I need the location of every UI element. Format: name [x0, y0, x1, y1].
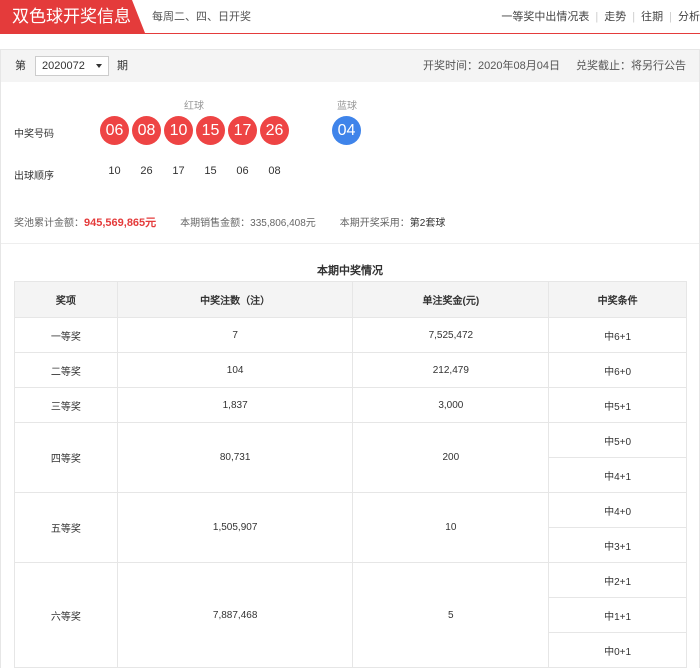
prize-amount: 5: [352, 562, 550, 668]
draw-order-number: 26: [140, 165, 153, 177]
red-ball-label: 红球: [184, 101, 204, 112]
blue-ball-label: 蓝球: [337, 101, 357, 112]
nav-separator: |: [632, 11, 636, 23]
prize-table-title: 本期中奖情况: [317, 265, 383, 277]
winning-numbers-label: 中奖号码: [14, 129, 54, 140]
prize-level: 一等奖: [14, 317, 118, 353]
winner-count: 104: [116, 352, 354, 388]
prize-level: 四等奖: [14, 422, 118, 493]
prize-condition: 中6+1: [548, 317, 687, 353]
red-ball: 26: [260, 116, 289, 145]
issue-prefix: 第: [15, 60, 26, 72]
prize-level: 二等奖: [14, 352, 118, 388]
prize-level: 六等奖: [14, 562, 118, 668]
prize-condition: 中1+1: [548, 597, 687, 633]
draw-order-number: 10: [108, 165, 121, 177]
issue-select[interactable]: 2020072: [35, 56, 109, 76]
prize-amount: 212,479: [352, 352, 550, 388]
blue-ball: 04: [332, 116, 361, 145]
issue-info: 开奖时间：2020年08月04日 兑奖截止：将另行公告: [423, 50, 686, 82]
nav-analysis[interactable]: 分析: [678, 11, 700, 23]
header-prize-amount: 单注奖金(元): [352, 281, 550, 318]
winner-count: 1,505,907: [116, 492, 354, 563]
table-row: 一等奖 7 7,525,472 中6+1: [14, 317, 687, 353]
prize-condition: 中0+1: [548, 632, 687, 668]
prize-condition: 中4+1: [548, 457, 687, 493]
sales-label: 本期销售金额：: [180, 218, 251, 229]
draw-order-number: 08: [268, 165, 281, 177]
nav-history[interactable]: 往期: [641, 11, 663, 23]
section-divider: [1, 243, 699, 244]
draw-date: 开奖时间：2020年08月04日: [423, 60, 560, 72]
nav-trend[interactable]: 走势: [604, 11, 626, 23]
nav-separator: |: [595, 11, 599, 23]
draw-schedule: 每周二、四、日开奖: [152, 11, 251, 23]
red-ball: 17: [228, 116, 257, 145]
pool-label: 奖池累计金额：: [14, 218, 84, 229]
winner-count: 7,887,468: [116, 562, 354, 668]
prize-level: 三等奖: [14, 387, 118, 423]
winner-count: 7: [116, 317, 354, 353]
issue-bar: 第 2020072 期 开奖时间：2020年08月04日 兑奖截止：将另行公告: [1, 50, 699, 82]
sales-amount: 335,806,408元: [250, 218, 316, 229]
prize-level: 五等奖: [14, 492, 118, 563]
draw-order-label: 出球顺序: [14, 171, 54, 182]
header-winner-count: 中奖注数（注）: [116, 281, 354, 318]
prize-amount: 200: [352, 422, 550, 493]
header-prize-level: 奖项: [14, 281, 118, 318]
prize-amount: 3,000: [352, 387, 550, 423]
prize-condition: 中2+1: [548, 562, 687, 598]
draw-order-number: 15: [204, 165, 217, 177]
ball-set-value: 第2套球: [409, 218, 446, 229]
red-ball: 08: [132, 116, 161, 145]
winner-count: 80,731: [116, 422, 354, 493]
draw-order-number: 06: [236, 165, 249, 177]
header-condition: 中奖条件: [548, 281, 687, 318]
nav-first-prize-table[interactable]: 一等奖中出情况表: [501, 11, 589, 23]
top-header: 双色球开奖信息 每周二、四、日开奖 一等奖中出情况表 | 走势 | 往期 | 分析: [0, 0, 700, 34]
nav-separator: |: [669, 11, 672, 23]
prize-condition: 中5+0: [548, 422, 687, 458]
table-row: 四等奖 80,731 200 中5+0: [14, 422, 687, 493]
table-row: 五等奖 1,505,907 10 中4+0: [14, 492, 687, 563]
winner-count: 1,837: [116, 387, 354, 423]
prize-amount: 7,525,472: [352, 317, 550, 353]
prize-condition: 中5+1: [548, 387, 687, 423]
prize-table: 奖项 中奖注数（注） 单注奖金(元) 中奖条件 一等奖 7 7,525,472 …: [14, 281, 687, 668]
pool-info: 奖池累计金额：945,569,865元 本期销售金额：335,806,408元 本期…: [14, 214, 445, 230]
issue-suffix: 期: [117, 60, 128, 72]
draw-order-number: 17: [172, 165, 185, 177]
top-nav: 一等奖中出情况表 | 走势 | 往期 | 分析: [501, 0, 700, 34]
red-ball: 10: [164, 116, 193, 145]
table-row: 三等奖 1,837 3,000 中5+1: [14, 387, 687, 423]
table-row: 六等奖 7,887,468 5 中2+1: [14, 562, 687, 668]
ball-set-label: 本期开奖采用：: [339, 218, 410, 229]
issue-select-value: 2020072: [42, 60, 85, 72]
red-ball: 15: [196, 116, 225, 145]
table-row: 二等奖 104 212,479 中6+0: [14, 352, 687, 388]
prize-amount: 10: [352, 492, 550, 563]
brand-title: 双色球开奖信息: [0, 0, 145, 33]
chevron-down-icon: [96, 64, 102, 68]
prize-condition: 中3+1: [548, 527, 687, 563]
redeem-deadline: 兑奖截止：将另行公告: [576, 60, 686, 72]
table-header-row: 奖项 中奖注数（注） 单注奖金(元) 中奖条件: [14, 281, 687, 318]
prize-condition: 中4+0: [548, 492, 687, 528]
pool-amount: 945,569,865元: [84, 217, 157, 229]
red-ball: 06: [100, 116, 129, 145]
prize-condition: 中6+0: [548, 352, 687, 388]
